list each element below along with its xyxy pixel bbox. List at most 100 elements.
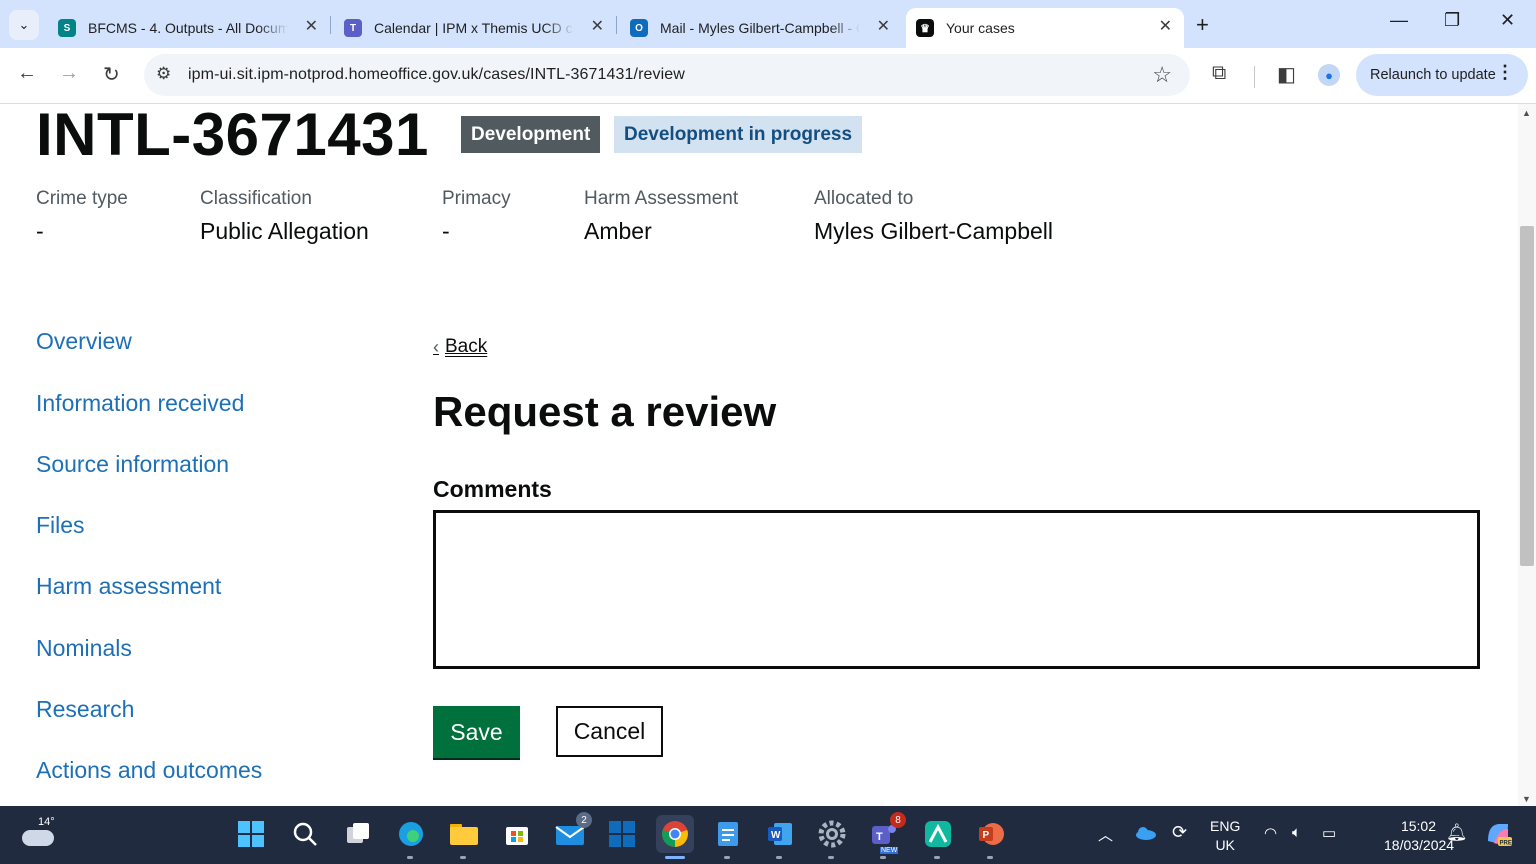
back-arrow-icon[interactable]: ←: [17, 62, 37, 85]
close-icon[interactable]: ✕: [877, 16, 890, 36]
taskbar-file-explorer[interactable]: [448, 818, 480, 859]
taskbar-powerpoint[interactable]: P: [975, 818, 1007, 859]
sync-icon[interactable]: ⟳: [1172, 822, 1187, 843]
site-info-icon[interactable]: ⚙: [156, 64, 171, 84]
system-clock[interactable]: 15:02 18/03/2024: [1384, 817, 1454, 855]
running-indicator: [407, 856, 413, 859]
browser-tab-bar: ⌄ S BFCMS - 4. Outputs - All Documents ✕…: [0, 0, 1536, 48]
taskbar-edge[interactable]: [395, 818, 427, 859]
taskbar-app-teal[interactable]: [922, 818, 954, 859]
teams-new-label: NEW: [880, 847, 899, 854]
address-bar[interactable]: ⚙ ipm-ui.sit.ipm-notprod.homeoffice.gov.…: [144, 54, 1190, 96]
status-tag-development: Development: [461, 116, 601, 153]
word-icon: W: [768, 823, 792, 845]
task-view-button[interactable]: [342, 818, 374, 850]
taskbar-settings[interactable]: [816, 818, 848, 859]
close-icon[interactable]: ✕: [591, 16, 604, 36]
svg-text:W: W: [771, 830, 781, 841]
taskbar-windows-app[interactable]: [606, 818, 638, 850]
tab-title: BFCMS - 4. Outputs - All Documents: [88, 20, 288, 36]
gear-icon: [818, 820, 846, 848]
taskbar-notepad[interactable]: [712, 818, 744, 859]
tab-search-button[interactable]: ⌄: [9, 10, 39, 40]
tab-calendar[interactable]: T Calendar | IPM x Themis UCD calendar ✕: [334, 8, 616, 48]
chevron-down-icon: ⌄: [18, 17, 30, 32]
language-indicator[interactable]: ENG UK: [1210, 817, 1240, 855]
more-menu-icon[interactable]: ⋮: [1496, 62, 1514, 83]
crime-type-value: -: [36, 218, 44, 244]
edge-icon: [399, 822, 423, 846]
running-indicator: [665, 856, 685, 859]
search-button[interactable]: [289, 818, 321, 850]
windows-logo-icon: [238, 821, 264, 847]
scrollbar-thumb[interactable]: [1520, 226, 1534, 566]
taskbar-word[interactable]: W: [764, 818, 796, 859]
keyboard-layout: UK: [1215, 837, 1235, 853]
start-button[interactable]: [235, 818, 267, 850]
sidenav-files[interactable]: Files: [36, 512, 85, 539]
sidenav-harm-assessment[interactable]: Harm assessment: [36, 573, 221, 600]
harm-assessment-label: Harm Assessment: [584, 188, 739, 209]
extensions-icon[interactable]: ⧉: [1212, 62, 1226, 85]
tab-bfcms[interactable]: S BFCMS - 4. Outputs - All Documents ✕: [48, 8, 330, 48]
new-tab-button[interactable]: +: [1196, 12, 1209, 38]
primacy-value: -: [442, 218, 450, 244]
relaunch-button[interactable]: Relaunch to update ⋮: [1356, 54, 1528, 96]
close-icon[interactable]: ✕: [1159, 16, 1172, 36]
notification-bell-icon[interactable]: 🔔︎: [1446, 823, 1468, 843]
notepad-icon: [718, 822, 738, 846]
cloud-icon: [22, 830, 54, 846]
battery-icon[interactable]: ▭: [1322, 824, 1336, 842]
relaunch-label: Relaunch to update: [1370, 67, 1496, 83]
sidenav-overview[interactable]: Overview: [36, 328, 132, 355]
taskbar-teams[interactable]: T 8 NEW: [868, 812, 906, 859]
forward-arrow-icon[interactable]: →: [59, 62, 79, 85]
close-window-button[interactable]: ✕: [1500, 10, 1515, 31]
page-scrollbar[interactable]: ▲ ▼: [1518, 104, 1536, 806]
onedrive-icon[interactable]: [1134, 826, 1156, 844]
cancel-button[interactable]: Cancel: [556, 706, 663, 757]
task-view-icon: [347, 823, 369, 843]
scroll-down-arrow-icon[interactable]: ▼: [1522, 794, 1531, 804]
running-indicator: [724, 856, 730, 859]
taskbar-chrome[interactable]: [656, 815, 694, 859]
sidenav-source-information[interactable]: Source information: [36, 451, 229, 478]
restore-button[interactable]: ❐: [1444, 10, 1460, 31]
show-hidden-icons-button[interactable]: ︿: [1098, 824, 1113, 845]
primacy-label: Primacy: [442, 188, 511, 209]
bookmark-star-icon[interactable]: ☆: [1152, 62, 1172, 88]
comments-textarea[interactable]: [433, 510, 1480, 669]
status-tag-in-progress: Development in progress: [614, 116, 863, 153]
taskbar-mail[interactable]: 2: [554, 812, 592, 850]
tab-divider: [330, 16, 331, 34]
teams-badge: 8: [890, 812, 906, 828]
scroll-up-arrow-icon[interactable]: ▲: [1522, 108, 1531, 118]
url-text[interactable]: ipm-ui.sit.ipm-notprod.homeoffice.gov.uk…: [188, 66, 685, 84]
sidenav-research[interactable]: Research: [36, 696, 134, 723]
wifi-icon[interactable]: ◠: [1264, 824, 1277, 842]
sharepoint-icon: S: [58, 19, 76, 37]
volume-icon[interactable]: 🔈︎: [1292, 824, 1301, 841]
tab-mail[interactable]: O Mail - Myles Gilbert-Campbell - Outloo…: [620, 8, 902, 48]
back-link[interactable]: ‹ Back: [433, 336, 487, 358]
sidenav-information-received[interactable]: Information received: [36, 390, 244, 417]
reload-icon[interactable]: ↻: [103, 62, 120, 87]
page-content: INTL-3671431 Development Development in …: [0, 104, 1518, 806]
minimize-button[interactable]: —: [1390, 10, 1408, 31]
store-icon: [506, 827, 528, 845]
profile-avatar[interactable]: ●: [1318, 64, 1340, 86]
mail-badge: 2: [576, 812, 592, 828]
sidenav-actions-and-outcomes[interactable]: Actions and outcomes: [36, 757, 262, 784]
search-icon: [293, 822, 317, 846]
allocated-to-label: Allocated to: [814, 188, 914, 209]
weather-widget[interactable]: 14°: [22, 816, 57, 850]
taskbar-store[interactable]: [501, 818, 533, 850]
save-button[interactable]: Save: [433, 706, 520, 758]
sidenav-nominals[interactable]: Nominals: [36, 635, 132, 662]
side-panel-icon[interactable]: ◧: [1277, 62, 1296, 87]
chrome-icon: [662, 821, 688, 847]
close-icon[interactable]: ✕: [305, 16, 318, 36]
copilot-icon[interactable]: PRE: [1484, 821, 1512, 851]
tiles-icon: [609, 821, 635, 847]
tab-your-cases[interactable]: ♛ Your cases ✕: [906, 8, 1184, 48]
